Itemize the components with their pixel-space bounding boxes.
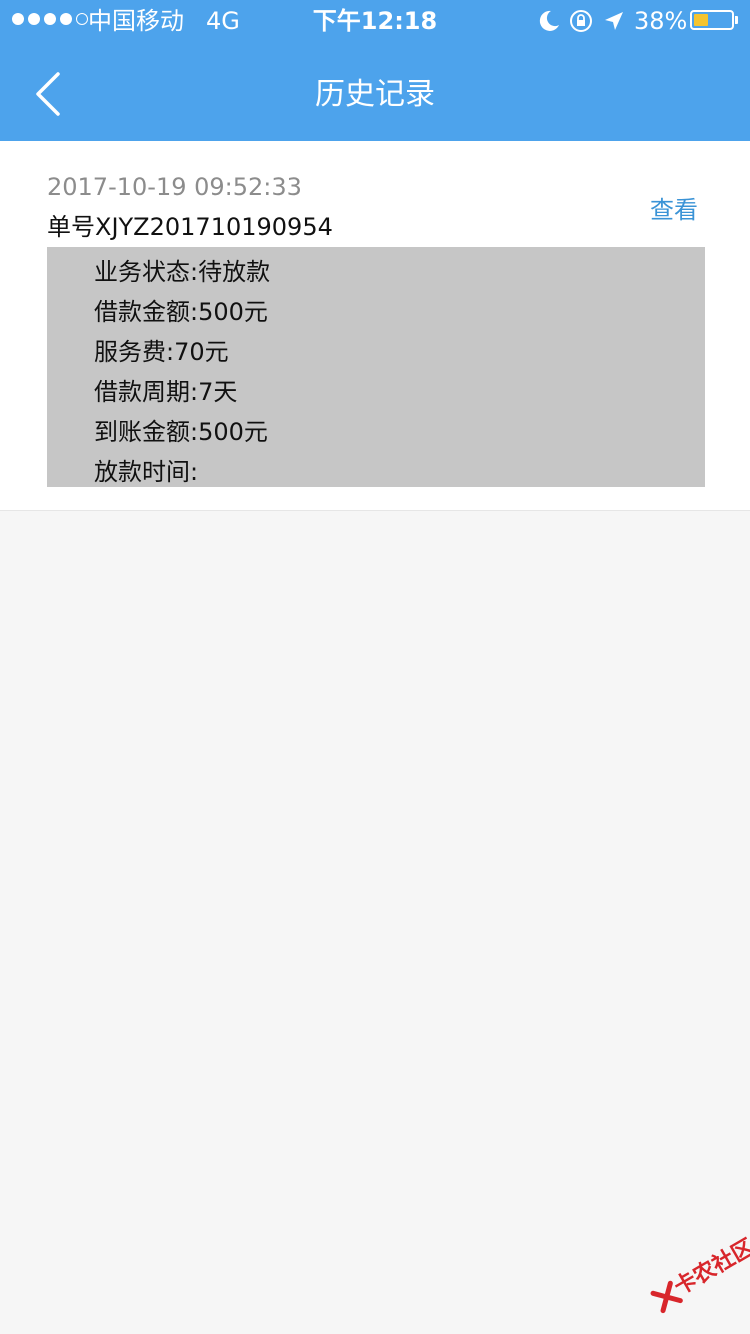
battery-percent: 38% [634, 7, 688, 35]
battery-cap [735, 16, 738, 24]
record-time: 2017-10-19 09:52:33 [47, 173, 302, 201]
moon-icon [539, 10, 559, 31]
battery-level [694, 14, 708, 26]
watermark-logo: 卡农社区 [632, 1223, 750, 1330]
service-fee: 服务费:70元 [94, 338, 229, 366]
business-status: 业务状态:待放款 [94, 258, 271, 286]
rotation-lock-icon [570, 10, 592, 32]
order-number: 单号XJYZ201710190954 [47, 213, 333, 241]
top-bar: 中国移动 4G 下午12:18 38% 历史记录 [0, 0, 750, 141]
watermark-text: 卡农社区 [670, 1234, 750, 1301]
location-arrow-icon [605, 12, 623, 30]
status-bar: 中国移动 4G 下午12:18 38% [0, 0, 750, 40]
page-title: 历史记录 [315, 77, 435, 112]
record-detail-box: 业务状态:待放款 借款金额:500元 服务费:70元 借款周期:7天 到账金额:… [47, 247, 705, 487]
battery-icon [690, 10, 734, 30]
disbursement-time: 放款时间: [94, 458, 199, 486]
received-amount: 到账金额:500元 [94, 418, 268, 446]
view-details-link[interactable]: 查看 [650, 193, 708, 227]
history-record-card: 2017-10-19 09:52:33 单号XJYZ201710190954 查… [0, 141, 750, 511]
loan-period: 借款周期:7天 [94, 378, 238, 406]
loan-amount: 借款金额:500元 [94, 298, 268, 326]
